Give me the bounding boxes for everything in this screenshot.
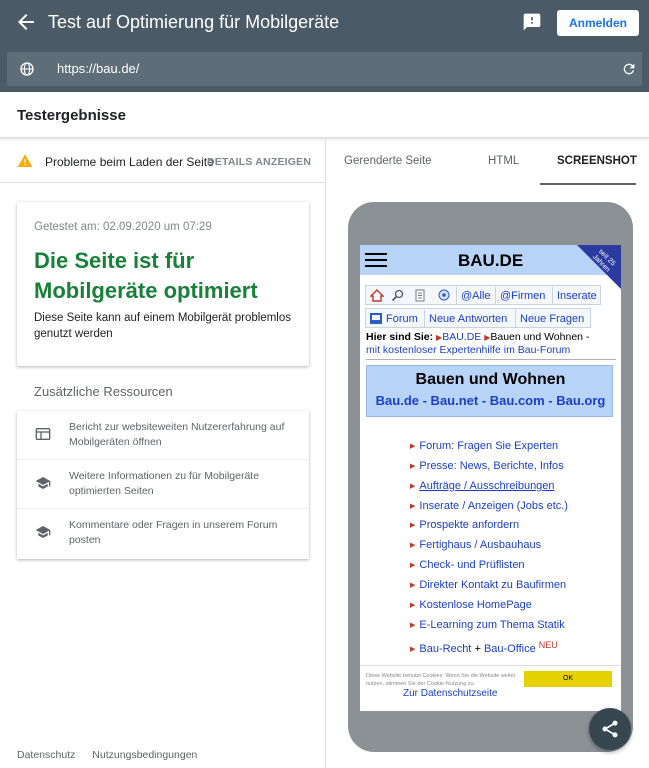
nav-new-answers-link[interactable]: Neue Antworten (424, 310, 507, 328)
footer-links: Datenschutz Nutzungsbedingungen (17, 749, 211, 761)
back-arrow-icon[interactable] (14, 10, 38, 34)
list-item[interactable]: ▶ Prospekte anfordern (410, 519, 620, 531)
tab-rendered-page[interactable]: Gerenderte Seite (344, 155, 432, 167)
site-hero-box: Bauen und Wohnen Bau.de - Bau.net - Bau.… (366, 365, 613, 417)
bullet-arrow-icon: ▶ (410, 646, 416, 653)
terms-link[interactable]: Nutzungsbedingungen (92, 749, 197, 761)
url-bar[interactable]: https://bau.de/ (7, 52, 642, 86)
breadcrumb-page: Bauen und Wohnen - (490, 331, 590, 343)
resource-text: Bericht zur websiteweiten Nutzererfahrun… (69, 421, 285, 448)
share-icon (602, 720, 618, 738)
results-header: Testergebnisse (0, 92, 649, 138)
breadcrumb: Hier sind Sie: ▶BAU.DE ▶Bauen und Wohnen… (366, 331, 618, 357)
result-card: Getestet am: 02.09.2020 um 07:29 Die Sei… (17, 202, 309, 366)
breadcrumb-site-link[interactable]: BAU.DE (442, 331, 481, 343)
bullet-arrow-icon: ▶ (410, 503, 416, 510)
bullet-arrow-icon: ▶ (410, 582, 416, 589)
reload-icon[interactable] (621, 61, 637, 77)
cookie-banner: Diese Website benutzt Cookies. Wenn Sie … (360, 665, 621, 711)
bullet-arrow-icon: ▶ (410, 562, 416, 569)
list-item[interactable]: ▶ Direkter Kontakt zu Baufirmen (410, 579, 620, 591)
left-pane: Probleme beim Laden der Seite DETAILS AN… (0, 139, 326, 768)
globe-icon (20, 62, 34, 76)
list-item[interactable]: ▶ Aufträge / Ausschreibungen (410, 480, 620, 492)
list-item[interactable]: ▶ Fertighaus / Ausbauhaus (410, 539, 620, 551)
list-item[interactable]: ▶ E-Learning zum Thema Statik (410, 619, 620, 631)
resource-text: Kommentare oder Fragen in unserem Forum … (69, 519, 278, 546)
search-icon (391, 289, 404, 302)
list-item[interactable]: ▶ Kostenlose HomePage (410, 599, 620, 611)
breadcrumb-label: Hier sind Sie: (366, 331, 434, 343)
nav-companies-link[interactable]: @Firmen (495, 287, 545, 305)
cookie-text: Diese Website benutzt Cookies. Wenn Sie … (366, 673, 516, 687)
nav-new-questions-link[interactable]: Neue Fragen (515, 310, 584, 328)
phone-screen: BAU.DE seit 25 Jahren @Alle @Firmen Inse… (360, 245, 621, 711)
chat-icon (438, 289, 450, 301)
cookie-privacy-link[interactable]: Zur Datenschutzseite (403, 688, 498, 699)
url-text: https://bau.de/ (57, 61, 140, 76)
feedback-icon[interactable] (522, 12, 542, 32)
resource-item[interactable]: Bericht zur websiteweiten Nutzererfahrun… (17, 411, 309, 460)
tab-html[interactable]: HTML (488, 155, 519, 167)
verdict-description: Diese Seite kann auf einem Mobilgerät pr… (34, 312, 291, 340)
hero-title: Bauen und Wohnen (415, 371, 566, 388)
cookie-ok-button[interactable]: OK (524, 671, 612, 687)
bullet-arrow-icon: ▶ (410, 463, 416, 470)
share-button[interactable] (589, 708, 631, 750)
site-nav-row-1: @Alle @Firmen Inserate (365, 285, 601, 305)
nav-forum-link[interactable]: Forum (386, 310, 418, 328)
bullet-arrow-icon: ▶ (410, 483, 416, 490)
hamburger-menu-icon (365, 253, 387, 267)
new-badge: NEU (538, 640, 558, 650)
resource-item[interactable]: Weitere Informationen zu für Mobilgeräte… (17, 460, 309, 509)
privacy-link[interactable]: Datenschutz (17, 749, 75, 761)
warning-icon (17, 154, 33, 167)
bullet-arrow-icon: ▶ (410, 443, 416, 450)
resources-card: Bericht zur websiteweiten Nutzererfahrun… (17, 411, 309, 559)
warning-row: Probleme beim Laden der Seite DETAILS AN… (0, 139, 326, 183)
tested-timestamp: Getestet am: 02.09.2020 um 07:29 (34, 221, 212, 233)
resource-text: Weitere Informationen zu für Mobilgeräte… (69, 470, 260, 497)
forum-icon (370, 313, 382, 324)
bullet-arrow-icon: ▶ (410, 522, 416, 529)
breadcrumb-subtitle: mit kostenloser Expertenhilfe im Bau-For… (366, 344, 571, 356)
nav-all-link[interactable]: @Alle (456, 287, 491, 305)
home-icon (370, 289, 384, 302)
phone-frame: BAU.DE seit 25 Jahren @Alle @Firmen Inse… (348, 202, 633, 752)
active-tab-indicator (540, 183, 636, 185)
list-item[interactable]: ▶ Forum: Fragen Sie Experten (410, 440, 620, 452)
verdict-heading: Die Seite ist für Mobilgeräte optimiert (34, 248, 258, 303)
page-title: Test auf Optimierung für Mobilgeräte (48, 12, 340, 32)
nav-ads-link[interactable]: Inserate (552, 287, 597, 305)
warning-text: Probleme beim Laden der Seite (45, 155, 214, 169)
list-item[interactable]: ▶ Inserate / Anzeigen (Jobs etc.) (410, 500, 620, 512)
divider (366, 359, 616, 360)
list-item[interactable]: ▶ Presse: News, Berichte, Infos (410, 460, 620, 472)
site-nav-row-2: Forum Neue Antworten Neue Fragen (365, 308, 591, 328)
dashboard-icon (35, 428, 51, 440)
site-logo: BAU.DE (458, 251, 524, 270)
app-bar: Test auf Optimierung für Mobilgeräte Anm… (0, 0, 649, 92)
resource-item[interactable]: Kommentare oder Fragen in unserem Forum … (17, 509, 309, 558)
resources-title: Zusätzliche Ressourcen (34, 384, 173, 399)
bullet-arrow-icon: ▶ (410, 602, 416, 609)
school-icon (35, 526, 51, 538)
document-icon (415, 289, 425, 302)
list-item[interactable]: ▶ Check- und Prüflisten (410, 559, 620, 571)
bullet-arrow-icon: ▶ (410, 542, 416, 549)
hero-sites[interactable]: Bau.de - Bau.net - Bau.com - Bau.org (367, 393, 614, 408)
school-icon (35, 477, 51, 489)
preview-tabs: Gerenderte Seite HTML SCREENSHOT (327, 139, 649, 185)
login-button[interactable]: Anmelden (557, 10, 639, 36)
tab-screenshot[interactable]: SCREENSHOT (557, 155, 637, 167)
list-item[interactable]: ▶ Bau-Recht + Bau-Office NEU (410, 640, 620, 655)
bullet-arrow-icon: ▶ (410, 622, 416, 629)
results-title: Testergebnisse (17, 107, 126, 124)
show-details-button[interactable]: DETAILS ANZEIGEN (207, 156, 311, 168)
